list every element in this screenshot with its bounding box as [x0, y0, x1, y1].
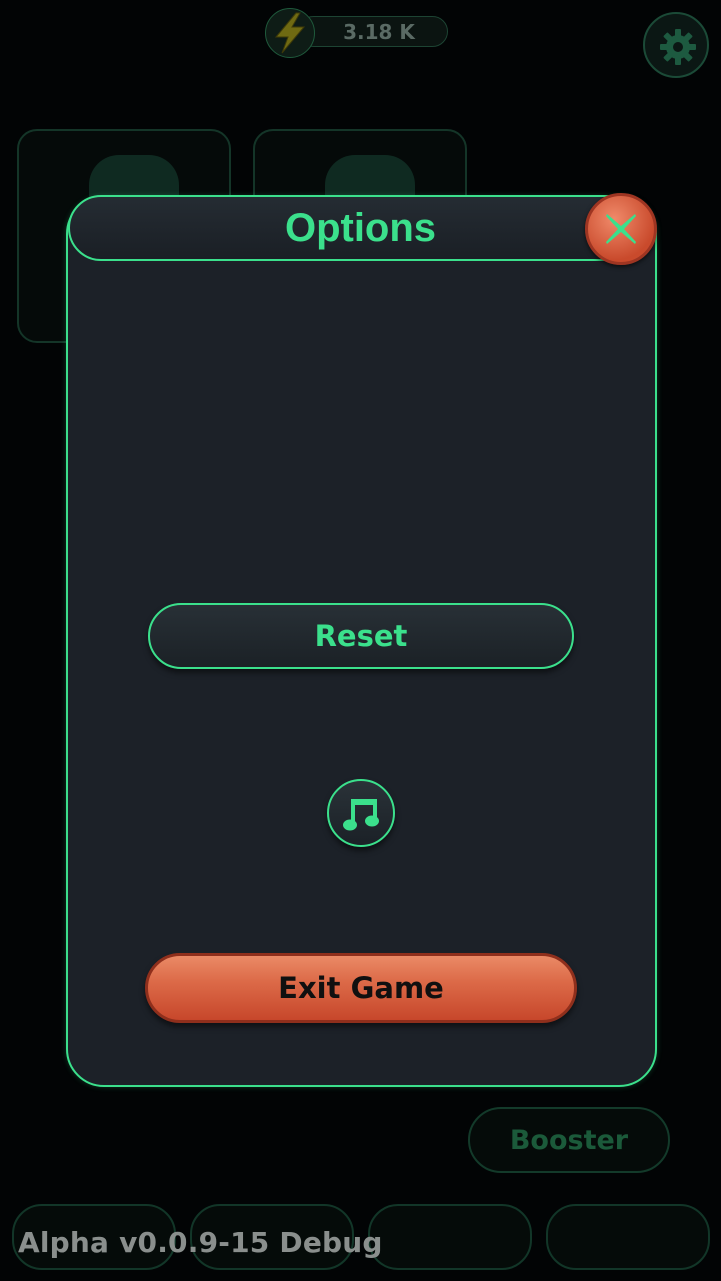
exit-game-button[interactable]: Exit Game — [145, 953, 577, 1023]
lightning-bolt-icon — [265, 8, 315, 58]
music-toggle-button[interactable] — [327, 779, 395, 847]
close-x-icon — [606, 214, 636, 244]
options-dialog-header: Options — [68, 195, 638, 261]
nav-tab[interactable] — [546, 1204, 710, 1270]
version-label: Alpha v0.0.9-15 Debug — [18, 1226, 383, 1259]
gear-icon — [660, 29, 696, 65]
dialog-title: Options — [284, 205, 437, 250]
booster-button[interactable]: Booster — [468, 1107, 670, 1173]
music-note-icon — [343, 799, 379, 831]
game-screen: 3.18 K Booster Alpha v0.0.9-15 Debug Opt… — [0, 0, 721, 1281]
exit-game-label: Exit Game — [278, 971, 444, 1005]
energy-value: 3.18 K — [343, 19, 415, 44]
energy-counter: 3.18 K — [298, 16, 448, 47]
nav-tab[interactable] — [368, 1204, 532, 1270]
settings-button[interactable] — [643, 12, 709, 78]
booster-label: Booster — [509, 1124, 629, 1156]
reset-button[interactable]: Reset — [148, 603, 574, 669]
close-button[interactable] — [585, 193, 657, 265]
reset-label: Reset — [314, 619, 408, 653]
